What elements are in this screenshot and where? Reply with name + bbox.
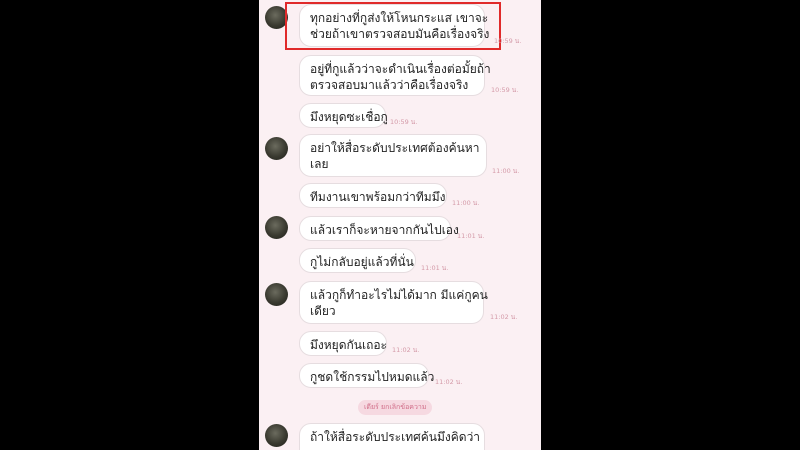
message-bubble-3[interactable]: มึงหยุดซะเชื่อกู [299,103,388,128]
message-line: อยู่ที่กูแล้วว่าจะดำเนินเรื่องต่อมั้ยถ้า [310,62,491,76]
message-time: 11:01 น. [457,232,485,240]
contact-avatar[interactable] [265,216,288,239]
message-time: 10:59 น. [494,37,522,45]
message-bubble-9[interactable]: มึงหยุดกันเถอะ [299,331,387,356]
message-line: ... [310,445,474,450]
contact-avatar[interactable] [265,137,288,160]
message-line: แล้วเราก็จะหายจากกันไปเอง [310,223,459,237]
message-bubble-7[interactable]: กูไม่กลับอยู่แล้วที่นั่น [299,248,416,273]
message-line: กูชดใช้กรรมไปหมดแล้ว [310,370,435,384]
message-line: ทีมงานเขาพร้อมกว่าทีมมึง [310,190,446,204]
message-time: 11:02 น. [490,313,518,321]
message-line: มึงหยุดซะเชื่อกู [310,110,388,124]
message-line: แล้วกูก็ทำอะไรไม่ได้มาก มีแค่กูคน [310,288,488,302]
message-bubble-11[interactable]: ถ้าให้สื่อระดับประเทศค้นมึงคิดว่า ... [299,423,485,450]
message-line: ถ้าให้สื่อระดับประเทศค้นมึงคิดว่า [310,430,481,444]
chat-screen: ทุกอย่างที่กูส่งให้โหนกระแส เขาจะ ช่วยถ้… [259,0,541,450]
message-time: 11:00 น. [492,167,520,175]
message-line: ตรวจสอบมาแล้วว่าคือเรื่องจริง [310,78,469,92]
message-time: 11:00 น. [452,199,480,207]
message-bubble-6[interactable]: แล้วเราก็จะหายจากกันไปเอง [299,216,459,241]
unsent-message-notice: เดียร์ ยกเลิกข้อความ [358,400,433,415]
message-time: 11:02 น. [435,378,463,386]
message-bubble-4[interactable]: อย่าให้สื่อระดับประเทศต้องค้นหา เลย [299,134,487,177]
message-bubble-5[interactable]: ทีมงานเขาพร้อมกว่าทีมมึง [299,183,447,208]
message-bubble-2[interactable]: อยู่ที่กูแล้วว่าจะดำเนินเรื่องต่อมั้ยถ้า… [299,55,491,96]
message-line: เดียว [310,304,336,318]
message-line: มึงหยุดกันเถอะ [310,338,387,352]
message-time: 11:01 น. [421,264,449,272]
message-line: กูไม่กลับอยู่แล้วที่นั่น [310,255,414,269]
message-line: เลย [310,157,329,171]
contact-avatar[interactable] [265,424,288,447]
message-bubble-8[interactable]: แล้วกูก็ทำอะไรไม่ได้มาก มีแค่กูคน เดียว [299,281,488,324]
highlight-box [285,2,501,50]
message-time: 11:02 น. [392,346,420,354]
message-line: อย่าให้สื่อระดับประเทศต้องค้นหา [310,141,480,155]
contact-avatar[interactable] [265,283,288,306]
message-time: 10:59 น. [390,118,418,126]
message-time: 10:59 น. [491,86,519,94]
message-bubble-10[interactable]: กูชดใช้กรรมไปหมดแล้ว [299,363,435,388]
